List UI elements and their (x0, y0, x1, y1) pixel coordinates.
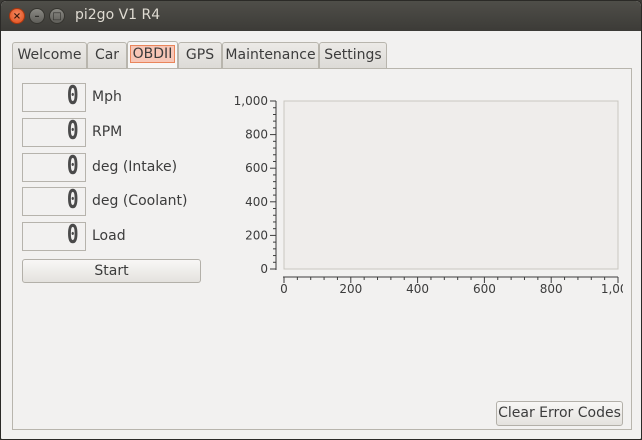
tab-gps[interactable]: GPS (178, 42, 222, 69)
tab-label: OBDII (129, 45, 176, 63)
speed-value: 0 (67, 81, 79, 111)
y-tick-label: 800 (245, 128, 268, 142)
load-unit-label: Load (92, 228, 126, 244)
tab-car[interactable]: Car (87, 42, 127, 69)
intake-temp-lcd: 0 (22, 151, 86, 182)
x-tick-label: 400 (406, 282, 429, 296)
tab-label: Maintenance (225, 47, 316, 63)
tab-obdii[interactable]: OBDII (127, 41, 178, 69)
y-tick-label: 1,000 (234, 94, 268, 108)
coolant-temp-lcd: 0 (22, 185, 86, 216)
intake-temp-unit-label: deg (Intake) (92, 159, 178, 175)
tab-settings[interactable]: Settings (319, 42, 387, 69)
y-tick-label: 400 (245, 195, 268, 209)
speed-lcd: 0 (22, 81, 86, 112)
rpm-value: 0 (67, 116, 79, 146)
speed-unit-label: Mph (92, 89, 122, 105)
x-tick-label: 200 (339, 282, 362, 296)
rpm-lcd: 0 (22, 116, 86, 147)
x-tick-label: 800 (540, 282, 563, 296)
tab-label: Welcome (17, 47, 82, 63)
load-value: 0 (67, 220, 79, 250)
tab-label: Settings (324, 47, 382, 63)
maximize-window-button[interactable]: □ (49, 8, 65, 24)
tab-label: Car (94, 47, 120, 63)
close-window-button[interactable]: × (9, 8, 25, 24)
x-tick-label: 600 (473, 282, 496, 296)
maximize-icon: □ (52, 11, 62, 22)
obd-chart: 0 200 400 600 800 1,000 0 200 400 600 800 1,000 (234, 94, 623, 296)
load-lcd: 0 (22, 220, 86, 251)
coolant-temp-value: 0 (67, 185, 79, 215)
clear-error-codes-button[interactable]: Clear Error Codes (496, 401, 623, 426)
minimize-window-button[interactable]: – (29, 8, 45, 24)
app-window: × – □ pi2go V1 R4 Welcome Car OBDII GPS … (0, 0, 642, 440)
x-tick-label: 1,000 (601, 282, 623, 296)
start-button[interactable]: Start (22, 259, 201, 283)
tab-welcome[interactable]: Welcome (12, 42, 87, 69)
obdii-panel: 0 Mph 0 RPM 0 deg (Intake) 0 deg (Coolan… (12, 68, 632, 430)
window-title: pi2go V1 R4 (75, 7, 161, 23)
y-tick-label: 600 (245, 161, 268, 175)
title-bar[interactable]: × – □ pi2go V1 R4 (1, 1, 641, 31)
close-icon: × (12, 11, 22, 22)
y-tick-label: 200 (245, 228, 268, 242)
tab-maintenance[interactable]: Maintenance (222, 42, 319, 69)
plot-area (283, 100, 619, 270)
coolant-temp-unit-label: deg (Coolant) (92, 193, 188, 209)
intake-temp-value: 0 (67, 151, 79, 181)
x-tick-label: 0 (280, 282, 288, 296)
rpm-unit-label: RPM (92, 124, 123, 140)
minimize-icon: – (34, 11, 40, 22)
y-tick-label: 0 (260, 262, 268, 276)
tab-label: GPS (185, 47, 215, 63)
